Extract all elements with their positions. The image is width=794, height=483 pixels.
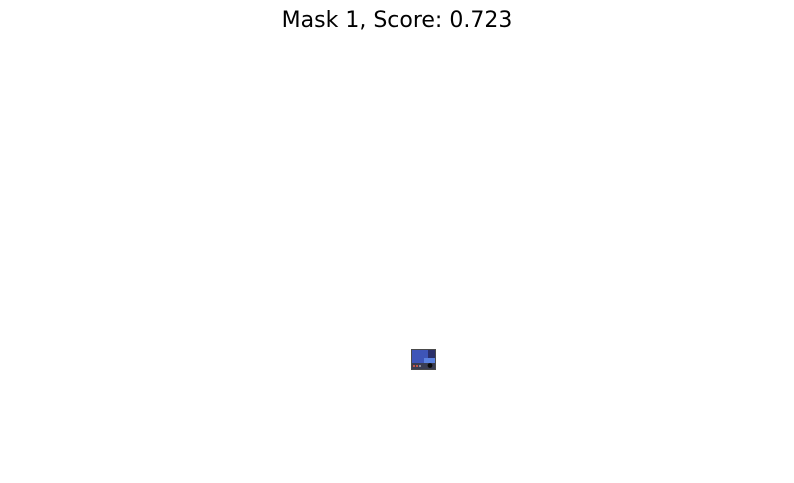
masked-object-graphic: [411, 349, 436, 370]
masked-object-image: [411, 349, 436, 370]
mask-accent-3: [419, 365, 421, 367]
figure-canvas: Mask 1, Score: 0.723: [0, 0, 794, 483]
mask-light-region: [424, 358, 435, 363]
mask-side-panel: [428, 350, 435, 358]
figure-title: Mask 1, Score: 0.723: [281, 8, 513, 33]
mask-accent-2: [416, 365, 418, 367]
mask-dot: [427, 363, 433, 368]
mask-accent-1: [413, 365, 415, 367]
